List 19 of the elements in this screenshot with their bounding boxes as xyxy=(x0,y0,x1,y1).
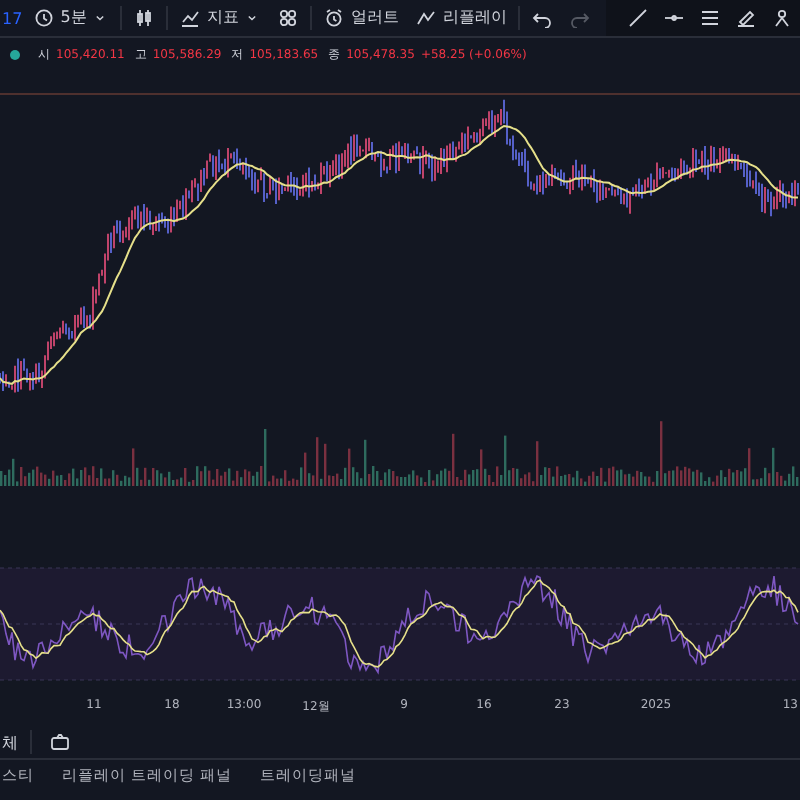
candlestick-icon xyxy=(134,8,155,28)
alert-button[interactable]: 얼러트 xyxy=(318,2,405,34)
pen-icon xyxy=(734,8,758,28)
grid-icon xyxy=(278,8,299,28)
indicators-button[interactable]: 지표 xyxy=(174,2,267,34)
panel-label: 체 xyxy=(2,731,18,753)
interval-button[interactable]: 5분 xyxy=(28,2,115,34)
replay-button[interactable]: 리플레이 xyxy=(410,2,513,34)
indicator-icon xyxy=(180,8,201,28)
redo-icon xyxy=(570,8,591,28)
person-icon xyxy=(770,8,794,28)
replay-icon xyxy=(416,8,437,28)
alarm-clock-icon xyxy=(324,8,345,28)
undo-icon xyxy=(532,8,553,28)
symbol-label: 17 xyxy=(2,9,23,27)
status-dot xyxy=(10,49,20,59)
parallel-lines-icon xyxy=(698,8,722,28)
trend-line-icon xyxy=(626,8,650,28)
clock-icon xyxy=(34,8,55,28)
